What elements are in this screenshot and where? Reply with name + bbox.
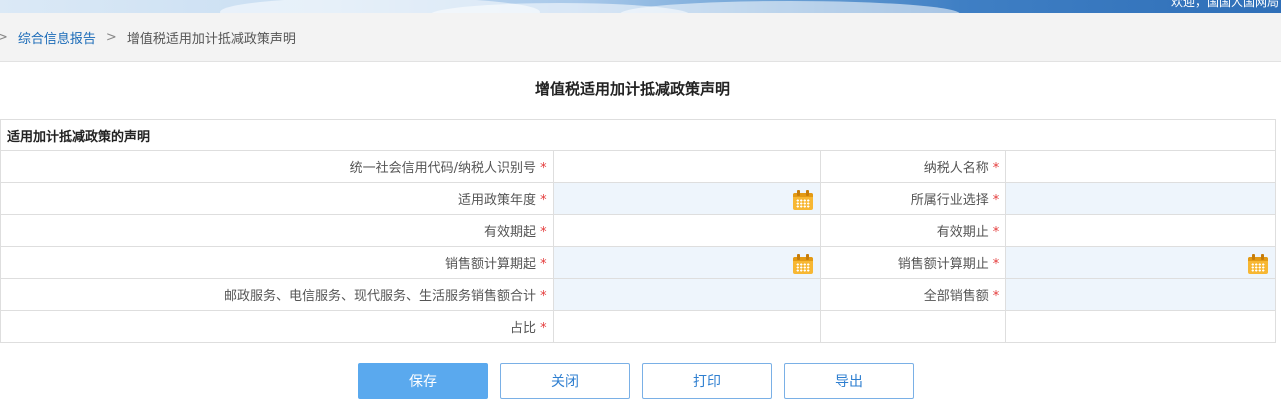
breadcrumb: > 综合信息报告 > 增值税适用加计抵减政策声明 xyxy=(0,13,1281,62)
breadcrumb-link[interactable]: 综合信息报告 xyxy=(18,28,96,47)
export-button[interactable]: 导出 xyxy=(784,363,914,399)
form-label: 占比 * xyxy=(0,310,554,343)
calendar-icon[interactable] xyxy=(793,190,814,210)
form-label: 销售额计算期止 * xyxy=(820,246,1007,279)
form-row: 销售额计算期起 * 销售额计算期止 * xyxy=(0,246,1276,279)
policy-year-field[interactable] xyxy=(552,182,822,215)
form-label: 适用政策年度 * xyxy=(0,182,554,215)
banner-decoration xyxy=(620,1,960,13)
form-label: 统一社会信用代码/纳税人识别号 * xyxy=(0,150,554,183)
form-row: 邮政服务、电信服务、现代服务、生活服务销售额合计 * 全部销售额 * xyxy=(0,278,1276,311)
form-label xyxy=(820,310,1007,343)
form-label: 销售额计算期起 * xyxy=(0,246,554,279)
empty-cell xyxy=(1005,310,1276,343)
form-row: 适用政策年度 * 所属行业选择 * xyxy=(0,182,1276,215)
user-greeting: 欢迎，国国人国网局 xyxy=(1170,0,1279,9)
required-mark: * xyxy=(540,289,547,304)
page-title: 增值税适用加计抵减政策声明 xyxy=(534,80,730,98)
form-label: 纳税人名称 * xyxy=(820,150,1007,183)
sales-period-start-field[interactable] xyxy=(552,246,822,279)
credit-code-field[interactable] xyxy=(552,150,822,183)
taxpayer-name-field[interactable] xyxy=(1005,150,1276,183)
breadcrumb-separator: > xyxy=(105,29,117,45)
form-label: 所属行业选择 * xyxy=(820,182,1007,215)
required-mark: * xyxy=(992,161,1000,176)
sales-period-end-field[interactable] xyxy=(1005,246,1276,279)
required-mark: * xyxy=(992,257,1000,272)
breadcrumb-separator: > xyxy=(0,29,8,45)
industry-select[interactable] xyxy=(1005,182,1276,215)
required-mark: * xyxy=(540,257,547,272)
calendar-icon[interactable] xyxy=(793,254,814,274)
required-mark: * xyxy=(992,289,1000,304)
required-mark: * xyxy=(992,225,1000,240)
print-button[interactable]: 打印 xyxy=(642,363,772,399)
form-section-title: 适用加计抵减政策的声明 xyxy=(0,119,1276,151)
form-row: 统一社会信用代码/纳税人识别号 * 纳税人名称 * xyxy=(0,150,1276,183)
calendar-icon[interactable] xyxy=(1248,254,1268,274)
required-mark: * xyxy=(540,225,547,240)
form-row: 占比 * xyxy=(0,310,1276,343)
close-button[interactable]: 关闭 xyxy=(500,363,630,399)
valid-to-field[interactable] xyxy=(1005,214,1276,247)
required-mark: * xyxy=(540,193,547,208)
required-mark: * xyxy=(540,161,547,176)
form-label: 邮政服务、电信服务、现代服务、生活服务销售额合计 * xyxy=(0,278,554,311)
save-button[interactable]: 保存 xyxy=(358,363,488,399)
required-mark: * xyxy=(992,193,1000,208)
declaration-form: 适用加计抵减政策的声明 统一社会信用代码/纳税人识别号 * 纳税人名称 * 适用政策… xyxy=(0,119,1276,343)
service-sales-total-field xyxy=(552,278,822,311)
form-label: 全部销售额 * xyxy=(820,278,1007,311)
form-label: 有效期止 * xyxy=(820,214,1007,247)
form-label: 有效期起 * xyxy=(0,214,554,247)
breadcrumb-current: 增值税适用加计抵减政策声明 xyxy=(126,31,296,47)
header-banner: 欢迎，国国人国网局 xyxy=(0,0,1281,13)
total-sales-field xyxy=(1005,278,1276,311)
valid-from-field[interactable] xyxy=(552,214,822,247)
action-bar: 保存 关闭 打印 导出 xyxy=(358,363,914,399)
ratio-field xyxy=(552,310,822,343)
required-mark: * xyxy=(540,321,547,336)
form-row: 有效期起 * 有效期止 * xyxy=(0,214,1276,247)
